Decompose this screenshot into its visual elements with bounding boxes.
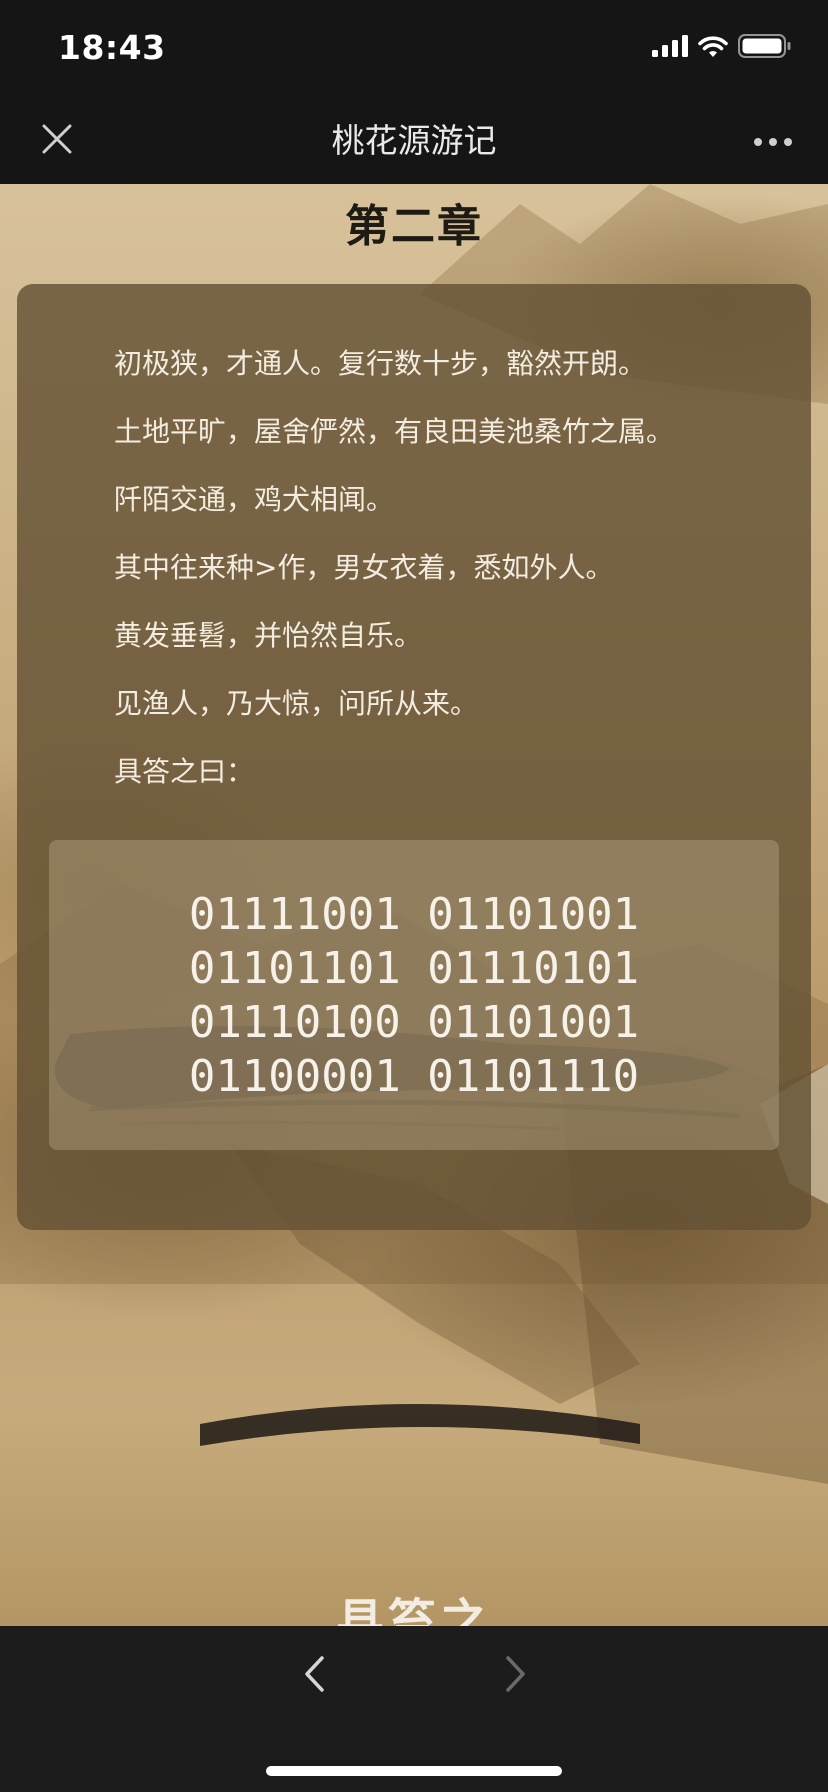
more-icon	[753, 132, 793, 151]
article-content[interactable]: 第二章 初极狭，才通人。复行数十步，豁然开朗。 土地平旷，屋舍俨然，有良田美池桑…	[0, 184, 828, 1626]
more-button[interactable]	[750, 120, 796, 162]
back-button[interactable]	[296, 1654, 332, 1698]
nav-bar: 桃花源游记	[0, 98, 828, 184]
app-screen: 18:43 桃花源游记 第二章 初极狭，才通人。复行数十步，豁然开朗。 土地平旷…	[0, 0, 828, 1792]
poem-line: 初极狭，才通人。复行数十步，豁然开朗。	[114, 347, 647, 380]
poem-line: 黄发垂髫，并怡然自乐。	[114, 619, 423, 652]
home-indicator[interactable]	[266, 1766, 562, 1776]
binary-line: 01110100 01101001	[188, 997, 640, 1048]
status-time: 18:43	[58, 28, 166, 67]
battery-icon	[738, 34, 792, 62]
poem-line: 土地平旷，屋舍俨然，有良田美池桑竹之属。	[114, 415, 675, 448]
binary-lines: 01111001 01101001 01101101 01110101 0111…	[49, 888, 779, 1104]
bottom-toolbar	[0, 1626, 828, 1792]
chapter-title: 第二章	[345, 201, 483, 252]
chevron-right-icon	[505, 1655, 527, 1697]
poem-line: 具答之曰：	[114, 755, 255, 788]
binary-code-box: 01111001 01101001 01101101 01110101 0111…	[49, 840, 779, 1150]
poem-lines: 初极狭，才通人。复行数十步，豁然开朗。 土地平旷，屋舍俨然，有良田美池桑竹之属。…	[114, 330, 794, 806]
poem-line: 阡陌交通，鸡犬相闻。	[114, 483, 395, 516]
chevron-left-icon	[303, 1655, 325, 1697]
poem-line: 见渔人，乃大惊，问所从来。	[114, 687, 479, 720]
poem-line: 其中往来种>作，男女衣着，悉如外人。	[114, 551, 614, 584]
text-panel: 初极狭，才通人。复行数十步，豁然开朗。 土地平旷，屋舍俨然，有良田美池桑竹之属。…	[17, 284, 811, 1230]
forward-button[interactable]	[498, 1654, 534, 1698]
status-bar: 18:43	[0, 0, 828, 98]
binary-line: 01101101 01110101	[188, 943, 640, 994]
binary-line: 01100001 01101110	[188, 1051, 640, 1102]
next-section-heading: 县笞之	[335, 1594, 492, 1626]
signal-icon	[652, 35, 688, 61]
binary-line: 01111001 01101001	[188, 889, 640, 940]
wifi-icon	[698, 34, 728, 62]
page-title: 桃花源游记	[331, 121, 497, 160]
status-icons	[652, 34, 792, 62]
